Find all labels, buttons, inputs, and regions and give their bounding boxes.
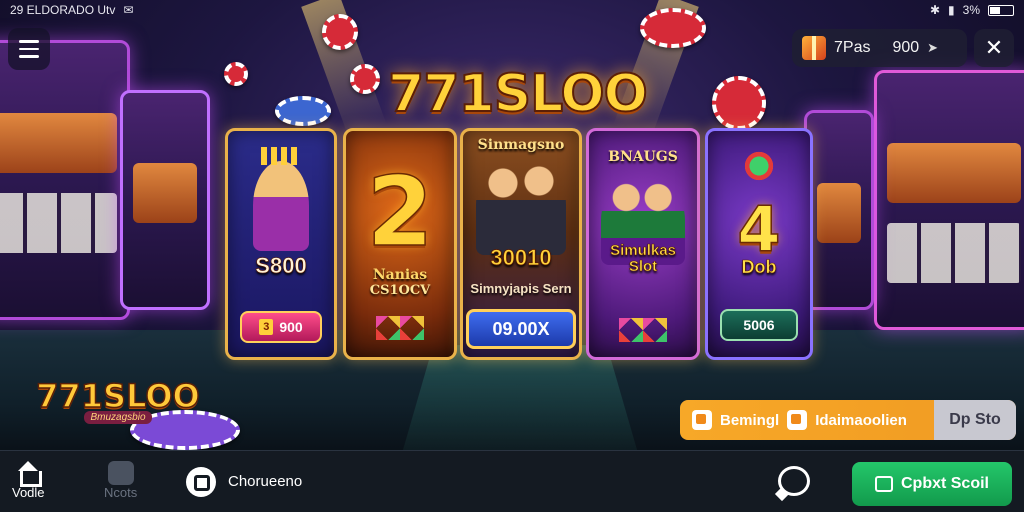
- card-subtitle: CS1OCV: [369, 283, 431, 298]
- card-play-button[interactable]: 09.00X: [466, 309, 576, 349]
- bluetooth-icon: ✱: [929, 3, 941, 17]
- promo-icon: [692, 410, 712, 430]
- promo-left-text: Bemingl: [720, 411, 780, 429]
- nav-label: Ncots: [104, 485, 138, 500]
- nav-item-search[interactable]: Chorueeno: [186, 467, 302, 497]
- promo-side-button[interactable]: Dp Sto: [934, 400, 1016, 440]
- card-subtitle: Simnyjapis Sern: [470, 281, 572, 296]
- wallet-icon: [874, 476, 893, 492]
- promo-middle-text: Idaimaoolien: [815, 411, 907, 429]
- balance-label: 7Pas: [834, 39, 871, 56]
- card-title: Nanias: [372, 267, 428, 283]
- card-top-label: Sinmagsno: [477, 137, 565, 153]
- search-icon: [186, 467, 216, 497]
- cta-button[interactable]: Cpbxt Scoil: [852, 462, 1012, 506]
- home-icon: [15, 461, 43, 487]
- nav-item-home[interactable]: Vodle: [12, 461, 45, 500]
- nav-label: Vodle: [12, 485, 45, 500]
- slot-machine-decoration: [0, 40, 130, 320]
- promo-banner[interactable]: Bemingl Idaimaoolien Dp Sto: [680, 400, 1016, 440]
- brand-logo: 771SLOO Bmuzagsbio: [36, 370, 201, 430]
- big-number: 4: [737, 192, 782, 267]
- nav-item-news[interactable]: Ncots: [104, 461, 137, 500]
- close-icon[interactable]: ✕: [974, 29, 1014, 67]
- game-card-number-two[interactable]: 2 Nanias CS1OCV: [343, 128, 457, 360]
- game-logo: 771SLOO: [387, 63, 649, 125]
- poker-chip-decoration: [275, 96, 331, 126]
- brand-logo-main: 771SLOO: [36, 376, 201, 416]
- game-card-featured[interactable]: Sinmagsno 30010 Simnyjapis Sern 09.00X: [460, 128, 582, 360]
- status-text: 29 ELDORADO Utv: [10, 3, 116, 17]
- card-amount: 30010: [490, 245, 552, 271]
- clover-icon: [741, 151, 777, 181]
- hamburger-icon[interactable]: [8, 28, 50, 70]
- card-top-label: BNAUGS: [608, 149, 678, 165]
- battery-icon: [988, 4, 1014, 16]
- gems-icon: [619, 318, 667, 342]
- signal-icon: ▮: [948, 3, 955, 17]
- characters-portrait: [476, 155, 566, 255]
- poker-chip-decoration: [350, 64, 380, 94]
- status-bar: 29 ELDORADO Utv ✉ ✱ ▮ 3%: [0, 0, 1024, 20]
- card-title-line: Slot: [628, 258, 658, 275]
- ticket-icon: 3: [259, 319, 274, 335]
- news-icon: [107, 461, 134, 485]
- cta-label: Cpbxt Scoil: [900, 475, 989, 492]
- game-card-number-four[interactable]: 4 Dob 5006: [705, 128, 813, 360]
- card-label: Dob: [741, 257, 777, 278]
- game-card-queen[interactable]: S800 3 900: [225, 128, 337, 360]
- balance-value: 900: [892, 39, 920, 56]
- gems-icon: [376, 316, 424, 340]
- card-play-button[interactable]: 3 900: [240, 311, 322, 343]
- notification-icon: ✉: [123, 3, 134, 17]
- brand-logo-sub: Bmuzagsbio: [84, 410, 152, 424]
- queen-portrait: [253, 147, 309, 251]
- card-amount: S800: [255, 253, 307, 279]
- big-number: 2: [366, 155, 434, 269]
- game-card-simulkas[interactable]: BNAUGS Simulkas Slot: [586, 128, 700, 360]
- nav-label: Chorueeno: [228, 473, 303, 490]
- slot-machine-decoration: [874, 70, 1024, 330]
- card-play-button[interactable]: 5006: [720, 309, 798, 341]
- chat-icon[interactable]: [778, 466, 810, 496]
- battery-percent: 3%: [962, 3, 980, 17]
- promo-icon: [787, 410, 808, 430]
- poker-chip-decoration: [712, 76, 766, 130]
- send-icon: ➤: [927, 40, 939, 55]
- card-button-label: 900: [279, 319, 303, 335]
- card-title: Simulkas Slot: [589, 242, 697, 275]
- card-title-line: Simulkas: [610, 242, 676, 259]
- slot-machine-decoration: [804, 110, 874, 310]
- poker-chip-decoration: [224, 62, 248, 86]
- slot-machine-decoration: [120, 90, 210, 310]
- balance-pill[interactable]: 7Pas 900 ➤: [792, 29, 967, 67]
- gift-icon: [802, 36, 826, 60]
